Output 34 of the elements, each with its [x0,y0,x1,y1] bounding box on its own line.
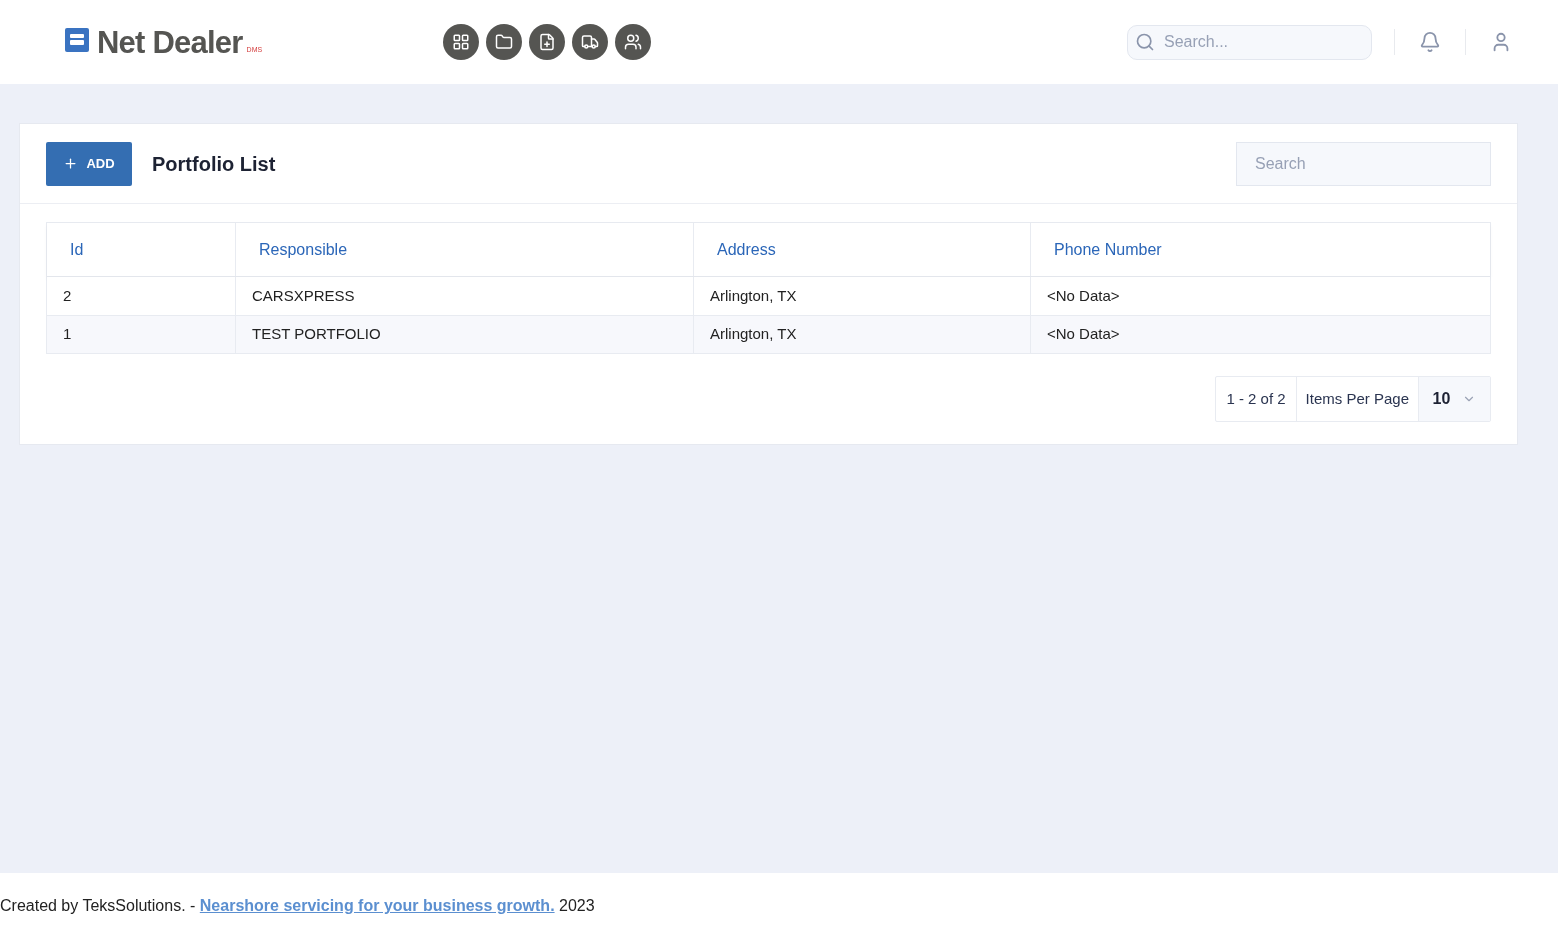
search-field[interactable]: Search [1236,141,1491,186]
table-cell: <No Data> [1030,316,1490,353]
table-cell-text: 1 [62,324,73,345]
notifications-button[interactable] [1419,31,1441,53]
nav-button[interactable] [443,24,479,60]
table-cell: Arlington, TX [693,316,1030,353]
plus-icon [63,156,79,171]
file-plus-icon [538,33,556,51]
grid-icon [452,33,470,51]
footer-text: Created by TeksSolutions. - Nearshore servicing for your business growth. 2023 [0,896,595,916]
search-icon [1135,31,1155,52]
nav-button[interactable] [529,24,565,60]
table-cell: TEST PORTFOLIO [235,316,693,353]
table-cell-text: 2 [62,285,73,306]
nav-button[interactable] [486,24,522,60]
bell-icon [1419,31,1441,53]
column-header[interactable]: Phone Number [1030,223,1490,276]
column-header[interactable]: Id [47,223,235,276]
page-title: Portfolio List [152,151,276,177]
column-header[interactable]: Address [693,223,1030,276]
logo-icon [65,27,89,52]
footer-link[interactable]: Nearshore servicing for your business growth. [199,897,555,914]
search-field[interactable]: Search... [1127,24,1372,60]
column-header[interactable]: Responsible [235,223,693,276]
folder-icon [495,33,513,51]
nav-button[interactable] [572,24,608,60]
per-page-select[interactable]: 10 [1418,377,1490,421]
add-button[interactable]: ADD [46,141,132,186]
nav-button[interactable] [615,24,651,60]
truck-icon [581,33,599,51]
logo-text: Net Dealer [97,26,243,58]
items-per-page-label: Items Per Page [1304,388,1410,409]
users-icon [624,33,642,51]
page-range: 1 - 2 of 2 [1216,377,1297,421]
